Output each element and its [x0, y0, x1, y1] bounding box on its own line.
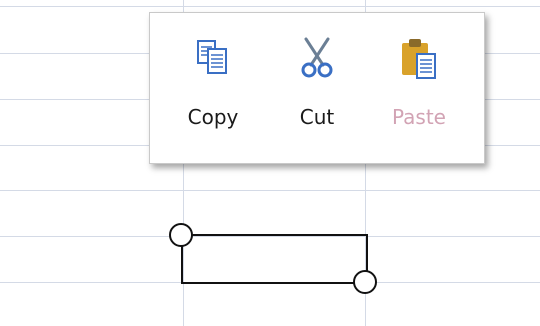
row-gridline: [0, 6, 540, 7]
row-gridline: [0, 190, 540, 191]
cut-button[interactable]: Cut: [270, 33, 364, 145]
paste-label: Paste: [392, 105, 446, 129]
selection-handle-top-left[interactable]: [169, 223, 193, 247]
selection-handle-bottom-right[interactable]: [353, 270, 377, 294]
cell-selection[interactable]: [181, 234, 368, 284]
paste-button[interactable]: Paste: [372, 33, 466, 145]
scissors-icon: [301, 37, 333, 78]
context-menu: Copy Cut Paste: [149, 12, 485, 164]
cut-label: Cut: [299, 105, 335, 129]
copy-button[interactable]: Copy: [166, 33, 260, 145]
copy-icon: [197, 40, 227, 74]
clipboard-paste-icon: [402, 39, 436, 79]
copy-label: Copy: [187, 105, 239, 129]
